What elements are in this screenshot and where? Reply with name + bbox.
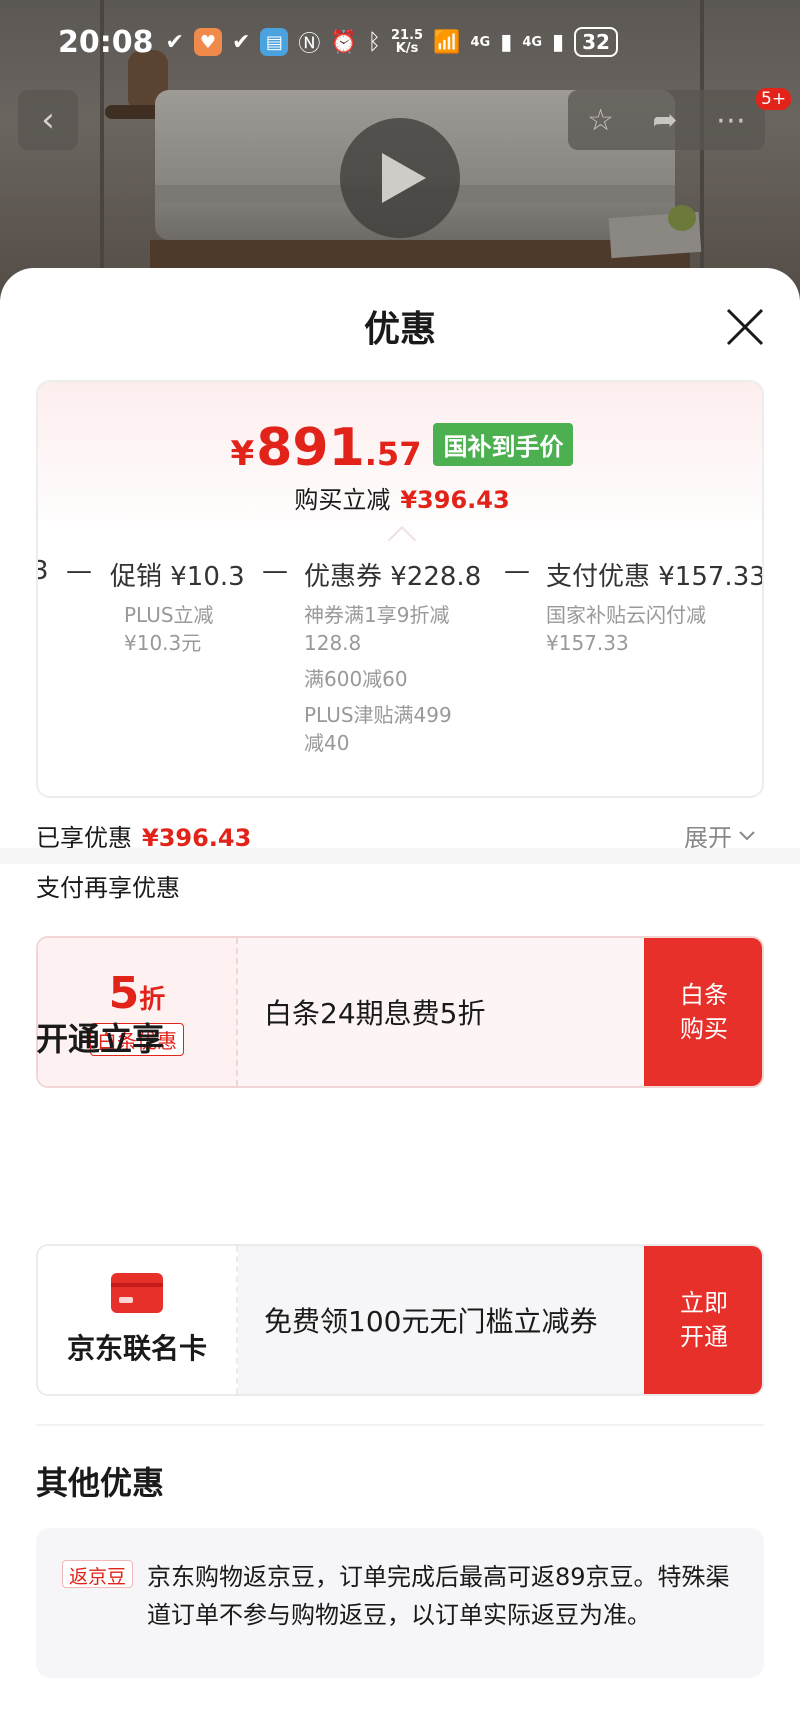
chevron-left-icon: ‹ bbox=[41, 100, 55, 140]
jingdou-card: 返京豆 京东购物返京豆，订单完成后最高可返89京豆。特殊渠道订单不参与购物返豆，… bbox=[36, 1528, 764, 1678]
play-icon bbox=[382, 153, 426, 203]
signal-1-label: 4G bbox=[470, 34, 491, 50]
card-name: 京东联名卡 bbox=[66, 1332, 207, 1365]
subsidy-price-tag: 国补到手价 bbox=[433, 423, 574, 466]
status-bar: 20:08 ✔ ♥ ✔ ▤ Ⓝ ⏰ ᛒ 21.5 K/s 📶 4G ▮ 4G ▮… bbox=[0, 18, 800, 66]
reader-app-icon: ▤ bbox=[260, 28, 289, 56]
breakdown-item-payment: 支付优惠 ¥157.33 国家补贴云闪付减 ¥157.33 bbox=[546, 556, 764, 657]
baitiao-promo-card: 5折 白条优惠 白条24期息费5折 白条 购买 bbox=[36, 936, 764, 1088]
breakdown-sub: 神券满1享9折减 128.8 满600减60 PLUS津贴满499 减40 bbox=[304, 601, 481, 757]
co-brand-card-promo: 京东联名卡 免费领100元无门槛立减券 立即 开通 bbox=[36, 1244, 764, 1396]
divider-line bbox=[36, 1424, 764, 1426]
signal-2-label: 4G bbox=[522, 34, 543, 50]
wechat-pay-icon-2: ✔ bbox=[231, 29, 251, 55]
app-shield-icon: ♥ bbox=[193, 28, 222, 56]
co-brand-card: 京东联名卡 bbox=[38, 1246, 238, 1394]
discount-sheet: 优惠 ¥ 891 .57 国补到手价 购买立减 ¥396.43 3 — 促销 ¥1… bbox=[0, 268, 800, 1726]
play-video-button[interactable] bbox=[340, 118, 460, 238]
wechat-pay-icon: ✔ bbox=[165, 29, 184, 55]
price-card: ¥ 891 .57 国补到手价 购买立减 ¥396.43 3 — 促销 ¥10.3… bbox=[36, 380, 764, 798]
reduce-value: ¥396.43 bbox=[400, 486, 510, 514]
header-actions: ☆ ➦ ⋯ bbox=[568, 90, 765, 150]
price-decimal: .57 bbox=[364, 435, 422, 473]
baitiao-desc: 白条24期息费5折 bbox=[238, 938, 646, 1086]
star-icon[interactable]: ☆ bbox=[587, 103, 614, 138]
breakdown-item-promo: 促销 ¥10.3 PLUS立减 ¥10.3元 bbox=[110, 556, 245, 657]
breakdown-sub: 国家补贴云闪付减 ¥157.33 bbox=[546, 601, 762, 657]
chevron-down-icon bbox=[739, 830, 755, 840]
breakdown-line: PLUS立减 bbox=[124, 603, 214, 627]
breakdown-item-coupon: 优惠券 ¥228.8 神券满1享9折减 128.8 满600减60 PLUS津贴… bbox=[304, 556, 481, 757]
discount-breakdown[interactable]: 3 — 促销 ¥10.3 PLUS立减 ¥10.3元 — 优惠券 ¥228.8 … bbox=[38, 542, 764, 796]
status-time: 20:08 bbox=[58, 24, 154, 60]
close-icon[interactable] bbox=[722, 304, 768, 350]
more-badge: 5+ bbox=[756, 88, 792, 110]
minus-sign: — bbox=[504, 556, 530, 586]
breakdown-line: 神券满1享9折减 bbox=[304, 603, 450, 627]
price-integer: 891 bbox=[256, 418, 365, 478]
button-line: 白条 bbox=[680, 981, 728, 1009]
credit-card-icon bbox=[111, 1273, 163, 1313]
button-line: 立即 bbox=[680, 1289, 728, 1317]
signal-bars-icon: ▮ bbox=[500, 29, 513, 55]
signal-bars-icon-2: ▮ bbox=[552, 29, 565, 55]
sheet-title: 优惠 bbox=[363, 309, 436, 350]
jingdou-tag: 返京豆 bbox=[62, 1560, 134, 1588]
share-icon[interactable]: ➦ bbox=[652, 103, 677, 138]
pay-more-title: 支付再享优惠 bbox=[36, 874, 180, 902]
bluetooth-icon: ᛒ bbox=[367, 29, 381, 55]
breakdown-head: 支付优惠 ¥157.33 bbox=[546, 562, 764, 592]
breakdown-line: PLUS津贴满499 bbox=[304, 703, 452, 727]
currency-symbol: ¥ bbox=[230, 434, 255, 474]
purchase-reduction: 购买立减 ¥396.43 bbox=[38, 480, 762, 515]
breakdown-line: 减40 bbox=[304, 731, 350, 755]
reduce-label: 购买立减 bbox=[294, 486, 391, 514]
network-speed: 21.5 K/s bbox=[391, 28, 424, 56]
breakdown-line: 128.8 bbox=[304, 631, 362, 655]
button-line: 购买 bbox=[680, 1015, 728, 1043]
discount-value: 5折 bbox=[108, 968, 166, 1019]
wifi-icon: 📶 bbox=[433, 29, 461, 55]
section-divider bbox=[0, 848, 800, 864]
other-discounts-title: 其他优惠 bbox=[36, 1464, 165, 1502]
apple-image bbox=[668, 205, 696, 231]
breakdown-line: 国家补贴云闪付减 bbox=[546, 603, 706, 627]
breakdown-head: 促销 ¥10.3 bbox=[110, 562, 245, 592]
back-button[interactable]: ‹ bbox=[18, 90, 78, 150]
open-now-button[interactable]: 立即 开通 bbox=[644, 1246, 762, 1394]
minus-sign: — bbox=[66, 556, 92, 586]
jingdou-text: 京东购物返京豆，订单完成后最高可返89京豆。特殊渠道订单不参与购物返豆，以订单实… bbox=[147, 1563, 730, 1629]
cut-off-value: 3 bbox=[38, 556, 49, 586]
breakdown-head: 优惠券 ¥228.8 bbox=[304, 562, 482, 592]
final-price: ¥ 891 .57 国补到手价 bbox=[38, 418, 762, 478]
minus-sign: — bbox=[262, 556, 288, 586]
battery-indicator: 32 bbox=[574, 27, 618, 57]
nfc-icon: Ⓝ bbox=[298, 32, 321, 57]
breakdown-line: 满600减60 bbox=[304, 667, 408, 691]
alarm-icon: ⏰ bbox=[330, 29, 358, 55]
breakdown-line: ¥10.3元 bbox=[124, 631, 202, 655]
baitiao-discount: 5折 白条优惠 bbox=[38, 938, 238, 1086]
open-now-title: 开通立享 bbox=[36, 1020, 165, 1058]
breakdown-sub: PLUS立减 ¥10.3元 bbox=[110, 601, 245, 657]
co-brand-desc: 免费领100元无门槛立减券 bbox=[238, 1246, 646, 1394]
button-line: 开通 bbox=[680, 1323, 728, 1351]
baitiao-buy-button[interactable]: 白条 购买 bbox=[644, 938, 762, 1086]
more-icon[interactable]: ⋯ bbox=[716, 103, 746, 138]
breakdown-line: ¥157.33 bbox=[546, 631, 629, 655]
